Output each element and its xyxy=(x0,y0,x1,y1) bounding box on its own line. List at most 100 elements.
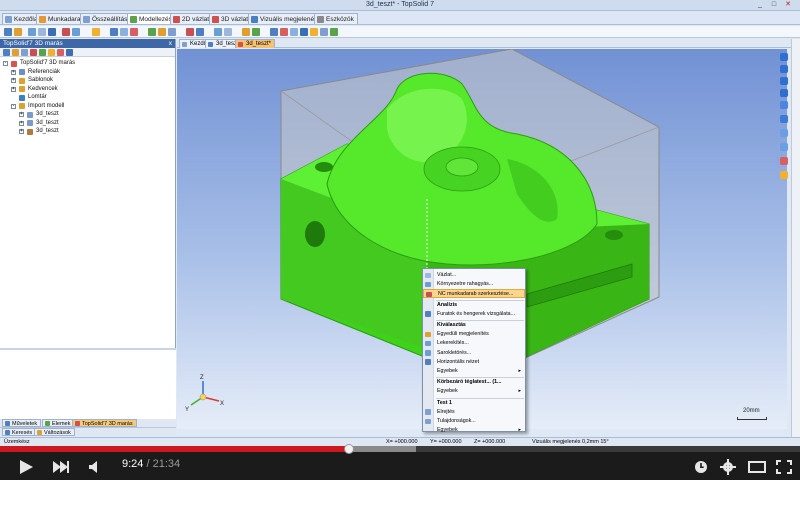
tree-node[interactable]: Lomtár xyxy=(0,93,175,102)
tree-node[interactable]: +3d_teszt xyxy=(0,127,175,136)
tool-icon[interactable] xyxy=(39,49,46,56)
menu-item[interactable]: Egyedüli megjelenítés xyxy=(423,330,525,339)
section-icon[interactable] xyxy=(780,157,788,165)
tool-icon[interactable] xyxy=(3,49,10,56)
tool-icon[interactable] xyxy=(21,49,28,56)
tree-node[interactable]: + Kedvencek xyxy=(0,85,175,94)
view-right-icon[interactable] xyxy=(780,89,788,97)
vertical-scrollbar[interactable] xyxy=(791,39,800,439)
tab-osszeallitas[interactable]: Összeállítás xyxy=(80,13,132,24)
tool-icon[interactable] xyxy=(4,28,12,36)
zoom-window-icon[interactable] xyxy=(780,143,788,151)
next-icon[interactable] xyxy=(52,460,70,474)
tool-icon[interactable] xyxy=(310,28,318,36)
tool-icon[interactable] xyxy=(280,28,288,36)
tab-topsolid-3d[interactable]: TopSolid'7 3D marás xyxy=(72,419,137,427)
tab-3d-vazlat[interactable]: 3D vázlat xyxy=(209,13,253,24)
tab-elemek[interactable]: Elemek xyxy=(42,419,75,427)
tool-icon[interactable] xyxy=(30,49,37,56)
menu-item[interactable]: Környezetre rahagyás... xyxy=(423,280,525,289)
tool-icon[interactable] xyxy=(28,28,36,36)
view-iso-icon[interactable] xyxy=(780,101,788,109)
tree-node[interactable]: +3d_teszt xyxy=(0,119,175,128)
tab-muveletek[interactable]: Műveletek xyxy=(2,419,42,427)
menu-item[interactable]: Sarokletörés... xyxy=(423,349,525,358)
view-left-icon[interactable] xyxy=(780,65,788,73)
tool-icon[interactable] xyxy=(12,49,19,56)
settings-gear-icon[interactable] xyxy=(720,459,736,475)
tool-icon[interactable] xyxy=(252,28,260,36)
menu-item[interactable]: Egyebek ▸ xyxy=(423,387,525,396)
tool-icon[interactable] xyxy=(270,28,278,36)
maximize-button[interactable]: □ xyxy=(768,1,780,9)
tab-valtozasok[interactable]: Változások xyxy=(34,428,75,436)
tool-icon[interactable] xyxy=(242,28,250,36)
zoom-icon[interactable] xyxy=(780,115,788,123)
tool-icon[interactable] xyxy=(110,28,118,36)
tree-node[interactable]: + Referenciák xyxy=(0,68,175,77)
play-icon[interactable] xyxy=(18,459,34,475)
collapse-toggle-icon[interactable]: - xyxy=(3,61,8,66)
menu-item[interactable]: Vázlat... xyxy=(423,271,525,280)
expand-toggle-icon[interactable]: + xyxy=(19,112,24,117)
menu-item[interactable]: Furatok és hengerek vizsgálata... xyxy=(423,310,525,319)
theater-mode-icon[interactable] xyxy=(748,460,766,474)
tool-icon[interactable] xyxy=(72,28,80,36)
tool-icon[interactable] xyxy=(14,28,22,36)
tool-icon[interactable] xyxy=(224,28,232,36)
tool-icon[interactable] xyxy=(186,28,194,36)
expand-toggle-icon[interactable]: + xyxy=(19,120,24,126)
menu-item[interactable]: Tulajdonságok... xyxy=(423,417,525,426)
progress-scrubber[interactable] xyxy=(343,444,354,454)
doc-tab-3d-teszt-active[interactable]: 3d_teszt* xyxy=(235,39,276,48)
tool-icon[interactable] xyxy=(48,28,56,36)
tool-icon[interactable] xyxy=(320,28,328,36)
tool-icon[interactable] xyxy=(214,28,222,36)
progress-bar[interactable] xyxy=(0,444,800,454)
menu-item[interactable]: Egyebek ▸ xyxy=(423,367,525,376)
tool-icon[interactable] xyxy=(120,28,128,36)
tool-icon[interactable] xyxy=(48,49,55,56)
tab-vizualis-megjelenes[interactable]: Vizuális megjelenés xyxy=(248,13,322,24)
expand-toggle-icon[interactable]: + xyxy=(11,78,16,83)
view-top-icon[interactable] xyxy=(780,53,788,61)
tree-node[interactable]: - TopSolid'7 3D marás xyxy=(0,59,175,68)
collapse-toggle-icon[interactable]: - xyxy=(11,103,16,109)
tool-icon[interactable] xyxy=(92,28,100,36)
tool-icon[interactable] xyxy=(300,28,308,36)
expand-toggle-icon[interactable]: + xyxy=(11,69,16,75)
tool-icon[interactable] xyxy=(168,28,176,36)
expand-toggle-icon[interactable]: + xyxy=(19,129,24,134)
tool-icon[interactable] xyxy=(290,28,298,36)
zoom-fit-icon[interactable] xyxy=(780,129,788,137)
tree-node[interactable]: + Sablonok xyxy=(0,76,175,85)
tool-icon[interactable] xyxy=(66,49,73,56)
tab-modellezes[interactable]: Modellezés xyxy=(127,13,176,24)
view-bottom-icon[interactable] xyxy=(780,77,788,85)
tree-node[interactable]: +3d_teszt xyxy=(0,110,175,119)
menu-item[interactable]: Horizontális nézet xyxy=(423,358,525,367)
panel-close-button[interactable]: x xyxy=(169,39,172,48)
close-button[interactable]: ✕ xyxy=(782,1,794,9)
help-icon[interactable] xyxy=(780,171,788,179)
expand-toggle-icon[interactable]: + xyxy=(11,86,16,92)
tool-icon[interactable] xyxy=(158,28,166,36)
tab-eszkozok[interactable]: Eszközök xyxy=(314,13,358,24)
tool-icon[interactable] xyxy=(57,49,64,56)
tool-icon[interactable] xyxy=(130,28,138,36)
minimize-button[interactable]: _ xyxy=(754,1,766,9)
menu-item[interactable]: Elrejtés xyxy=(423,408,525,417)
tool-icon[interactable] xyxy=(62,28,70,36)
menu-item[interactable]: Egyebek ▸ xyxy=(423,426,525,435)
tool-icon[interactable] xyxy=(330,28,338,36)
fullscreen-icon[interactable] xyxy=(776,460,792,474)
tab-kereses[interactable]: Keresés xyxy=(2,428,37,436)
tool-icon[interactable] xyxy=(38,28,46,36)
tree-node[interactable]: - Import modell xyxy=(0,102,175,111)
menu-item[interactable]: Lekerekítés... xyxy=(423,339,525,348)
tool-icon[interactable] xyxy=(148,28,156,36)
tab-2d-vazlat[interactable]: 2D vázlat xyxy=(170,13,214,24)
tool-icon[interactable] xyxy=(196,28,204,36)
watch-later-icon[interactable] xyxy=(694,460,708,474)
menu-item[interactable]: NC munkadarab szerkesztése... xyxy=(423,289,525,298)
